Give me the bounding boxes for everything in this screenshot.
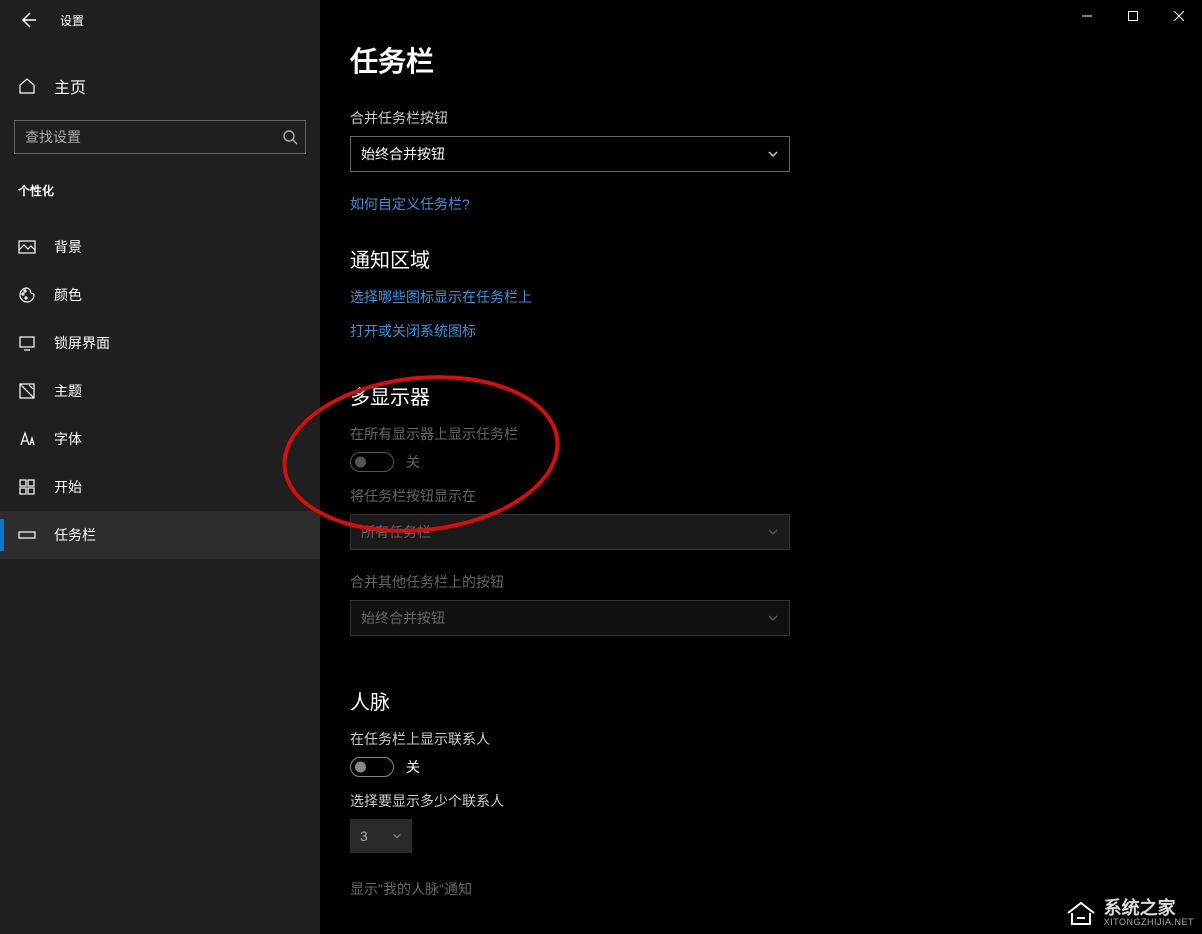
palette-icon xyxy=(18,286,36,304)
sidebar-item-label: 字体 xyxy=(54,429,82,449)
dropdown-value: 所有任务栏 xyxy=(361,522,431,542)
sidebar-item-label: 主题 xyxy=(54,381,82,401)
combine-other-dropdown[interactable]: 始终合并按钮 xyxy=(350,600,790,636)
sidebar-item-lockscreen[interactable]: 锁屏界面 xyxy=(0,319,320,367)
sidebar-section-label: 个性化 xyxy=(18,182,320,199)
show-contacts-toggle[interactable] xyxy=(350,757,394,777)
search-input[interactable] xyxy=(14,120,306,154)
choose-count-dropdown[interactable]: 3 xyxy=(350,819,412,853)
chevron-down-icon xyxy=(392,831,402,841)
watermark-logo-icon xyxy=(1064,898,1098,928)
sidebar-item-label: 开始 xyxy=(54,477,82,497)
sidebar-item-label: 锁屏界面 xyxy=(54,333,110,353)
search-icon xyxy=(282,129,298,145)
people-title: 人脉 xyxy=(350,686,1202,715)
show-contacts-label: 在任务栏上显示联系人 xyxy=(350,729,1202,749)
select-icons-link[interactable]: 选择哪些图标显示在任务栏上 xyxy=(350,287,1202,307)
watermark-text: 系统之家 XITONGZHIJIA.NET xyxy=(1104,899,1194,927)
show-contacts-state: 关 xyxy=(406,757,420,777)
dropdown-value: 始终合并按钮 xyxy=(361,144,445,164)
show-on-all-toggle[interactable] xyxy=(350,452,394,472)
combine-buttons-dropdown[interactable]: 始终合并按钮 xyxy=(350,136,790,172)
page-title: 任务栏 xyxy=(350,40,1202,80)
search-wrap xyxy=(14,120,306,154)
my-people-notify-label: 显示"我的人脉"通知 xyxy=(350,879,1202,899)
notification-area-title: 通知区域 xyxy=(350,244,1202,273)
dropdown-value: 3 xyxy=(360,828,368,844)
system-icons-link[interactable]: 打开或关闭系统图标 xyxy=(350,321,1202,341)
lockscreen-icon xyxy=(18,334,36,352)
customize-taskbar-link[interactable]: 如何自定义任务栏? xyxy=(350,194,1202,214)
show-on-all-toggle-row: 关 xyxy=(350,452,1202,472)
taskbar-icon xyxy=(18,526,36,544)
sidebar-item-label: 任务栏 xyxy=(54,525,96,545)
home-icon xyxy=(18,77,36,95)
show-buttons-on-label: 将任务栏按钮显示在 xyxy=(350,486,1202,506)
combine-other-label: 合并其他任务栏上的按钮 xyxy=(350,572,1202,592)
sidebar-item-taskbar[interactable]: 任务栏 xyxy=(0,511,320,559)
chevron-down-icon xyxy=(767,526,779,538)
choose-count-label: 选择要显示多少个联系人 xyxy=(350,791,1202,811)
sidebar: 设置 主页 个性化 背景 xyxy=(0,0,320,934)
sidebar-item-label: 颜色 xyxy=(54,285,82,305)
sidebar-item-background[interactable]: 背景 xyxy=(0,223,320,271)
picture-icon xyxy=(18,238,36,256)
home-label: 主页 xyxy=(54,74,86,98)
home-nav[interactable]: 主页 xyxy=(0,64,320,108)
show-contacts-toggle-row: 关 xyxy=(350,757,1202,777)
font-icon xyxy=(18,430,36,448)
chevron-down-icon xyxy=(767,612,779,624)
maximize-button[interactable] xyxy=(1110,0,1156,32)
window-controls xyxy=(1064,0,1202,32)
chevron-down-icon xyxy=(767,148,779,160)
sidebar-item-themes[interactable]: 主题 xyxy=(0,367,320,415)
sidebar-item-label: 背景 xyxy=(54,237,82,257)
theme-icon xyxy=(18,382,36,400)
back-button[interactable] xyxy=(18,10,38,30)
watermark-url: XITONGZHIJIA.NET xyxy=(1104,917,1194,927)
combine-buttons-label: 合并任务栏按钮 xyxy=(350,108,1202,128)
app-title: 设置 xyxy=(60,12,84,29)
watermark: 系统之家 XITONGZHIJIA.NET xyxy=(1064,898,1194,928)
minimize-button[interactable] xyxy=(1064,0,1110,32)
show-buttons-on-dropdown[interactable]: 所有任务栏 xyxy=(350,514,790,550)
sidebar-items: 背景 颜色 锁屏界面 主题 xyxy=(0,223,320,559)
content-pane: 任务栏 合并任务栏按钮 始终合并按钮 如何自定义任务栏? 通知区域 选择哪些图标… xyxy=(320,0,1202,934)
sidebar-item-fonts[interactable]: 字体 xyxy=(0,415,320,463)
start-icon xyxy=(18,478,36,496)
dropdown-value: 始终合并按钮 xyxy=(361,608,445,628)
sidebar-item-start[interactable]: 开始 xyxy=(0,463,320,511)
multi-display-title: 多显示器 xyxy=(350,381,1202,410)
sidebar-header: 设置 xyxy=(0,0,320,40)
watermark-title: 系统之家 xyxy=(1104,899,1194,917)
sidebar-item-colors[interactable]: 颜色 xyxy=(0,271,320,319)
show-on-all-state: 关 xyxy=(406,452,420,472)
close-button[interactable] xyxy=(1156,0,1202,32)
show-on-all-label: 在所有显示器上显示任务栏 xyxy=(350,424,1202,444)
